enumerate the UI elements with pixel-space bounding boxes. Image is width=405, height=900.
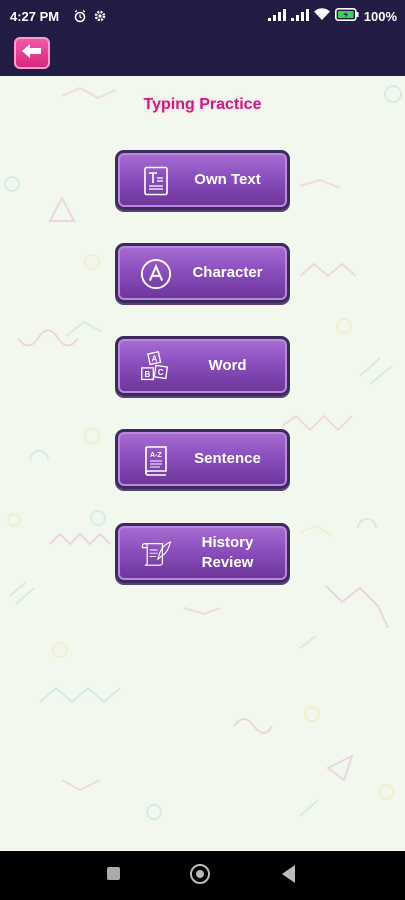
main-content: Typing Practice Own Text Character ABC W… [0, 76, 405, 851]
status-time: 4:27 PM [10, 9, 60, 24]
menu-item-label: Own Text [194, 171, 261, 188]
wifi-icon [313, 8, 330, 24]
word-button[interactable]: ABC Word [115, 336, 290, 396]
abc-blocks-icon: ABC [140, 350, 172, 383]
menu-item-label: Sentence [194, 450, 261, 467]
svg-text:C: C [158, 368, 164, 377]
back-triangle-icon[interactable] [282, 865, 295, 883]
battery-icon [334, 8, 359, 24]
svg-text:A: A [152, 355, 158, 364]
status-bar: 4:27 PM 100% [0, 0, 405, 31]
svg-text:B: B [144, 370, 150, 379]
sentence-button[interactable]: A-Z Sentence [115, 429, 290, 489]
recents-square-icon[interactable] [107, 867, 120, 880]
system-nav-bar [0, 851, 405, 900]
svg-text:A-Z: A-Z [150, 452, 162, 459]
back-button[interactable] [14, 37, 50, 69]
text-document-icon [140, 165, 172, 197]
own-text-button[interactable]: Own Text [115, 150, 290, 210]
scroll-quill-icon [140, 538, 172, 570]
signal-icon-2 [290, 8, 309, 24]
settings-gear-icon [93, 9, 107, 26]
signal-icon [267, 8, 286, 24]
home-circle-icon[interactable] [190, 864, 210, 884]
alarm-icon [73, 9, 87, 26]
circle-a-icon [140, 258, 172, 290]
menu-item-label: History Review [201, 534, 254, 571]
app-bar [0, 31, 405, 76]
history-review-button[interactable]: History Review [115, 523, 290, 583]
page-title: Typing Practice [143, 96, 262, 113]
menu-item-label: Word [208, 357, 247, 374]
character-button[interactable]: Character [115, 243, 290, 303]
menu-item-label: Character [192, 264, 263, 281]
a-z-book-icon: A-Z [140, 444, 172, 476]
battery-percent: 100% [363, 8, 397, 24]
arrow-left-icon [21, 43, 43, 64]
